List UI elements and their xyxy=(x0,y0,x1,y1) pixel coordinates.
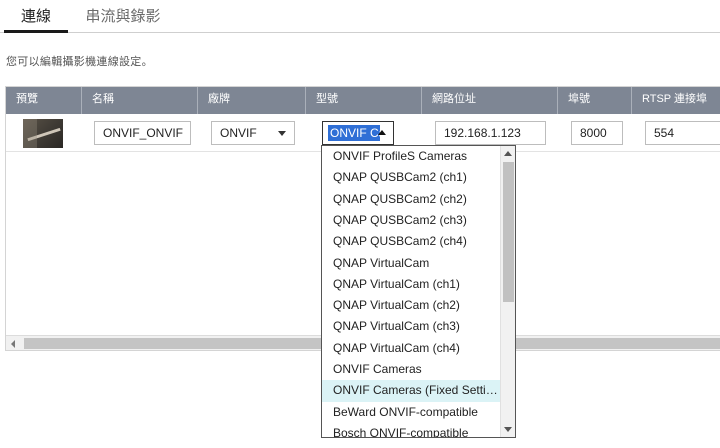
header-rtsp-port: RTSP 連接埠 xyxy=(642,93,707,105)
dropdown-option[interactable]: QNAP QUSBCam2 (ch3) xyxy=(322,210,500,231)
dropdown-option[interactable]: QNAP VirtualCam (ch4) xyxy=(322,338,500,359)
dropdown-option[interactable]: ONVIF ProfileS Cameras xyxy=(322,146,500,167)
brand-select[interactable]: ONVIF xyxy=(211,121,295,145)
model-select[interactable]: ONVIF Ca xyxy=(322,121,394,145)
dropdown-scrollbar[interactable] xyxy=(500,146,515,437)
dropdown-option[interactable]: QNAP VirtualCam (ch1) xyxy=(322,274,500,295)
tab-streaming-recording[interactable]: 串流與錄影 xyxy=(76,0,170,33)
camera-preview-thumbnail xyxy=(23,119,63,148)
model-select-value: ONVIF Ca xyxy=(328,125,380,141)
chevron-up-icon xyxy=(378,130,386,135)
chevron-down-icon xyxy=(278,131,286,136)
header-brand: 廠牌 xyxy=(198,87,306,114)
dropdown-option[interactable]: QNAP VirtualCam xyxy=(322,253,500,274)
page-description: 您可以編輯攝影機連線設定。 xyxy=(6,56,153,68)
camera-name-input[interactable]: ONVIF_ONVIF xyxy=(94,121,191,145)
tab-bar: 連線 串流與錄影 xyxy=(0,0,720,33)
dropdown-option[interactable]: QNAP VirtualCam (ch2) xyxy=(322,295,500,316)
header-port: 埠號 xyxy=(558,87,632,114)
dropdown-option[interactable]: BeWard ONVIF-compatible xyxy=(322,402,500,423)
header-preview: 預覽 xyxy=(6,87,82,114)
tab-connection[interactable]: 連線 xyxy=(4,0,68,33)
header-name: 名稱 xyxy=(82,87,198,114)
dropdown-scrollbar-thumb[interactable] xyxy=(503,162,514,302)
ip-address-input[interactable]: 192.168.1.123 xyxy=(435,121,546,145)
table-header: 預覽 名稱 廠牌 型號 網路位址 埠號 RTSP 連接埠 xyxy=(6,87,720,114)
header-model: 型號 xyxy=(306,87,422,114)
scroll-up-icon[interactable] xyxy=(504,151,512,156)
dropdown-option[interactable]: QNAP QUSBCam2 (ch1) xyxy=(322,167,500,188)
rtsp-port-input[interactable]: 554 xyxy=(645,121,720,145)
dropdown-option[interactable]: QNAP VirtualCam (ch3) xyxy=(322,316,500,337)
model-dropdown-list: ONVIF ProfileS Cameras QNAP QUSBCam2 (ch… xyxy=(321,145,516,438)
dropdown-option-highlighted[interactable]: ONVIF Cameras (Fixed Setti… xyxy=(322,380,500,402)
scroll-left-icon[interactable] xyxy=(11,340,15,348)
header-ip-address: 網路位址 xyxy=(422,87,558,114)
scroll-down-icon[interactable] xyxy=(504,427,512,432)
port-input[interactable]: 8000 xyxy=(571,121,623,145)
dropdown-option[interactable]: ONVIF Cameras xyxy=(322,359,500,380)
dropdown-option[interactable]: QNAP QUSBCam2 (ch2) xyxy=(322,189,500,210)
dropdown-option[interactable]: QNAP QUSBCam2 (ch4) xyxy=(322,231,500,252)
brand-select-value: ONVIF xyxy=(220,126,257,140)
dropdown-option[interactable]: Bosch ONVIF-compatible xyxy=(322,423,500,437)
